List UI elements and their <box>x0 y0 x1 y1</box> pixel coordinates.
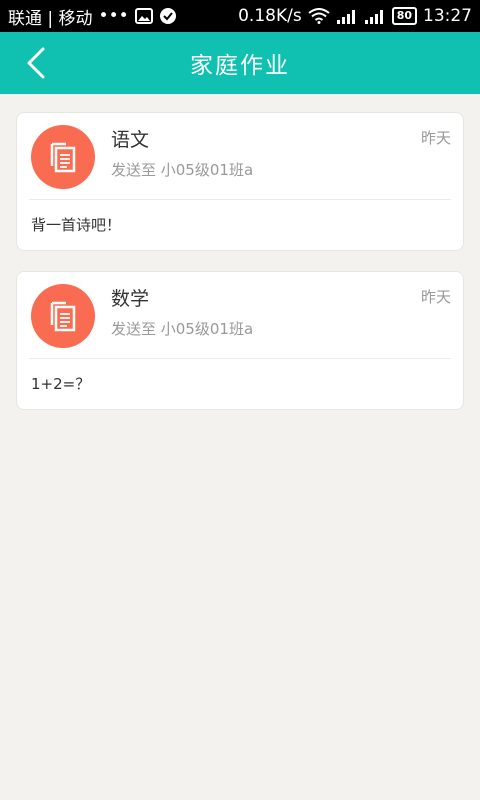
homework-card-chinese[interactable]: 语文 发送至 小05级01班a 昨天 背一首诗吧！ <box>16 112 464 251</box>
card-content: 1+2=？ <box>31 375 91 393</box>
card-content: 背一首诗吧！ <box>31 216 122 234</box>
image-icon <box>134 8 153 24</box>
notification-dots: ••• <box>98 6 129 26</box>
chevron-left-icon <box>27 47 45 79</box>
document-icon <box>31 284 95 348</box>
homework-list: 语文 发送至 小05级01班a 昨天 背一首诗吧！ 数学 发送至 小05级01班… <box>16 112 464 430</box>
document-icon <box>31 125 95 189</box>
homework-card-math[interactable]: 数学 发送至 小05级01班a 昨天 1+2=？ <box>16 271 464 410</box>
status-left: 联通 | 移动 ••• <box>8 4 177 29</box>
page-title: 家庭作业 <box>190 53 290 79</box>
network-speed: 0.18K/s <box>238 6 302 26</box>
card-header: 数学 发送至 小05级01班a 昨天 <box>17 272 463 358</box>
status-bar: 联通 | 移动 ••• 0.18K/s 80 13:27 <box>0 0 480 32</box>
card-time: 昨天 <box>420 288 451 306</box>
card-subject: 数学 <box>111 288 150 310</box>
status-right: 0.18K/s 80 13:27 <box>238 6 472 26</box>
back-button[interactable] <box>18 45 54 81</box>
signal-icon-2 <box>364 8 386 24</box>
card-subject: 语文 <box>111 129 150 151</box>
battery-icon: 80 <box>391 7 417 25</box>
card-target: 发送至 小05级01班a <box>111 320 254 338</box>
app-header: 家庭作业 <box>0 32 480 94</box>
check-circle-icon <box>159 7 177 25</box>
card-header: 语文 发送至 小05级01班a 昨天 <box>17 113 463 199</box>
card-time: 昨天 <box>420 129 451 147</box>
clock: 13:27 <box>423 6 472 26</box>
card-target: 发送至 小05级01班a <box>111 161 254 179</box>
carrier-label: 联通 | 移动 <box>8 8 93 29</box>
wifi-icon <box>308 8 330 24</box>
signal-icon <box>336 8 358 24</box>
